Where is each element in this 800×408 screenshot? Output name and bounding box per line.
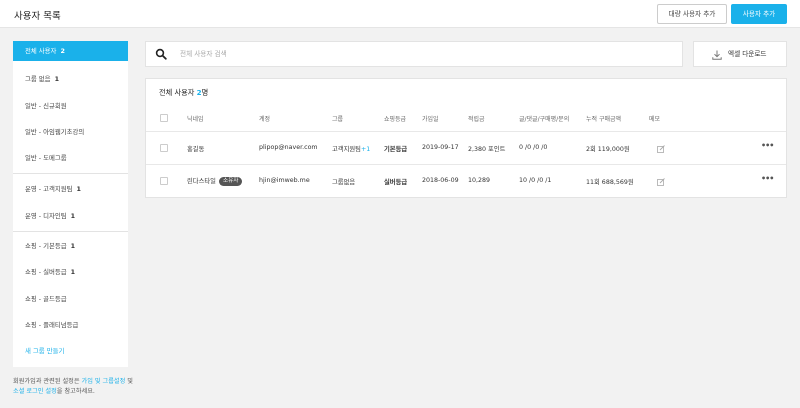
sidebar-item-ops-design[interactable]: 운영 - 디자인팀 1 [13,206,128,226]
sidebar-item-count: 1 [70,242,76,250]
group-cell: 그룹없음 [332,179,356,186]
sidebar-item-count: 1 [70,212,76,220]
sidebar-item-label: 쇼핑 - 실버등급 [25,268,67,276]
sidebar-item-label: 운영 - 디자인팀 [25,212,67,220]
new-group-link[interactable]: 새 그룹 만들기 [13,341,128,361]
points-cell: 2,380 포인트 [468,146,506,153]
column-header-memo: 메모 [649,116,661,123]
bulk-add-users-button[interactable]: 대량 사용자 추가 [657,4,727,24]
purchases-cell: 2회 119,000원 [586,146,630,153]
points-cell: 10,289 [468,177,491,184]
nickname-cell[interactable]: 홍길동 [187,144,204,153]
row-divider [146,131,786,132]
column-header-purchases[interactable]: 누적 구매금액 [586,114,621,123]
social-login-settings-link[interactable]: 소셜 로그인 설정 [13,388,57,395]
page-title: 사용자 목록 [14,11,61,22]
select-all-checkbox[interactable] [160,114,168,122]
column-header-points[interactable]: 적립금 [468,114,485,123]
sidebar-item-count: 1 [76,185,81,193]
owner-badge: 소유자 [218,177,243,186]
group-sidebar: 전체 사용자 2 그룹 없음 1 일반 - 신규회원 일반 - 아임웹기초강의 일반… [13,41,128,367]
sidebar-item-all-users[interactable]: 전체 사용자 2 [13,41,128,61]
sidebar-item-general-wholesale[interactable]: 일반 - 도메그룹 [13,148,128,168]
sidebar-item-general-new-member[interactable]: 일반 - 신규회원 [13,96,128,116]
search-icon [155,48,167,60]
signup-group-settings-link[interactable]: 가입 및 그룹설정 [82,378,126,385]
excel-download-button[interactable]: 엑셀 다운로드 [693,41,787,67]
grade-cell: 기본등급 [384,146,408,153]
column-header-grade[interactable]: 쇼핑등급 [384,114,406,123]
nickname-text: 린다스타일 [187,178,216,185]
group-name: 고객지원팀 [332,146,361,153]
column-header-account[interactable]: 계정 [259,114,270,123]
excel-download-label: 엑셀 다운로드 [728,50,767,58]
sidebar-item-shop-basic[interactable]: 쇼핑 - 기본등급 1 [13,236,128,256]
row-divider [146,164,786,165]
posts-cell: 0 /0 /0 /0 [519,144,548,151]
help-text: 및 [125,378,133,385]
panel-title: 전체 사용자 2명 [159,88,208,98]
sidebar-item-label: 일반 - 도메그룹 [25,154,67,162]
sidebar-item-shop-silver[interactable]: 쇼핑 - 실버등급 1 [13,262,128,282]
group-cell: 고객지원팀+1 [332,144,370,153]
sidebar-item-label: 운영 - 고객지원팀 [25,185,73,193]
user-search-bar[interactable]: 전체 사용자 검색 [145,41,683,67]
more-icon[interactable]: ••• [761,141,774,150]
column-header-posts[interactable]: 글/댓글/구매평/문의 [519,114,569,123]
purchases-cell: 11회 688,569원 [586,179,634,186]
panel-title-text: 전체 사용자 [159,88,197,97]
row-checkbox[interactable] [160,144,168,152]
edit-icon[interactable] [657,178,665,186]
sidebar-divider [13,173,128,174]
search-input[interactable]: 전체 사용자 검색 [180,42,227,66]
column-header-group[interactable]: 그룹 [332,114,343,123]
help-text: 을 참고하세요. [56,388,95,395]
nickname-cell[interactable]: 린다스타일 소유자 [187,176,243,186]
sidebar-item-count: 1 [54,75,60,83]
user-table-panel: 전체 사용자 2명 닉네임 계정 그룹 쇼핑등급 가입일 적립금 글/댓글/구매… [145,78,787,198]
download-icon [712,50,722,60]
sidebar-item-shop-platinum[interactable]: 쇼핑 - 플래티넘등급 [13,315,128,335]
account-cell: plipop@naver.com [259,144,318,151]
sidebar-item-no-group[interactable]: 그룹 없음 1 [13,69,128,89]
sidebar-item-label: 일반 - 아임웹기초강의 [25,128,85,136]
sidebar-item-general-basic-lecture[interactable]: 일반 - 아임웹기초강의 [13,122,128,142]
add-user-button[interactable]: 사용자 추가 [731,4,787,24]
help-text: 회원가입과 관련된 설정은 [13,378,82,385]
sidebar-item-label: 그룹 없음 [25,75,51,83]
sidebar-divider [13,231,128,232]
edit-icon[interactable] [657,145,665,153]
grade-cell: 실버등급 [384,179,408,186]
group-extra-count[interactable]: +1 [361,146,370,153]
sidebar-item-label: 쇼핑 - 기본등급 [25,242,67,250]
top-bar: 사용자 목록 대량 사용자 추가 사용자 추가 [0,0,800,28]
sidebar-item-label: 쇼핑 - 골드등급 [25,295,67,303]
row-checkbox[interactable] [160,177,168,185]
joined-cell: 2019-09-17 [422,144,459,151]
column-header-joined[interactable]: 가입일 [422,114,439,123]
account-cell: hjin@imweb.me [259,177,310,184]
sidebar-item-ops-support[interactable]: 운영 - 고객지원팀 1 [13,179,128,199]
sidebar-item-label: 일반 - 신규회원 [25,102,67,110]
panel-title-text: 명 [201,88,209,97]
column-header-nickname[interactable]: 닉네임 [187,114,204,123]
sidebar-item-shop-gold[interactable]: 쇼핑 - 골드등급 [13,289,128,309]
sidebar-item-label: 전체 사용자 [25,47,57,55]
more-icon[interactable]: ••• [761,174,774,183]
sidebar-item-count: 1 [70,268,76,276]
sidebar-item-label: 쇼핑 - 플래티넘등급 [25,321,79,329]
joined-cell: 2018-06-09 [422,177,459,184]
posts-cell: 10 /0 /0 /1 [519,177,552,184]
settings-help-text: 회원가입과 관련된 설정은 가입 및 그룹설정 및 소셜 로그인 설정을 참고하… [13,377,138,397]
sidebar-item-count: 2 [60,47,65,55]
